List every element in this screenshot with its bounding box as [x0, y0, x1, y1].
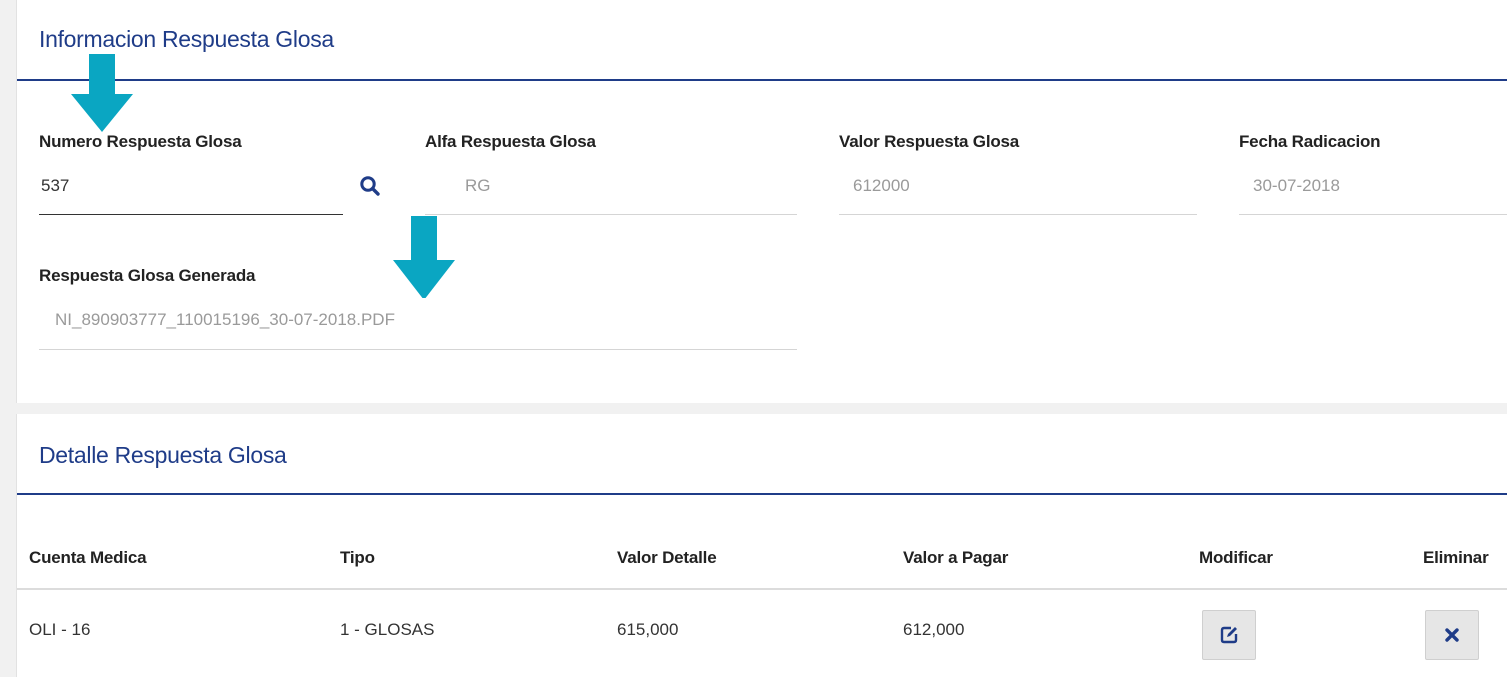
modify-button[interactable]: [1202, 610, 1256, 660]
close-icon: [1445, 628, 1459, 642]
col-header-tipo: Tipo: [340, 548, 375, 567]
edit-icon: [1220, 626, 1238, 644]
detail-title-rule: [17, 493, 1507, 495]
generada-label: Respuesta Glosa Generada: [39, 266, 256, 285]
alfa-field[interactable]: RG: [465, 176, 491, 196]
arrow-down-icon: [71, 54, 133, 132]
col-header-eliminar: Eliminar: [1423, 548, 1489, 567]
info-panel: Informacion Respuesta Glosa Numero Respu…: [16, 0, 1507, 403]
alfa-label: Alfa Respuesta Glosa: [425, 132, 596, 151]
col-header-modificar: Modificar: [1199, 548, 1273, 567]
cell-cuenta-medica: OLI - 16: [29, 620, 91, 639]
delete-button[interactable]: [1425, 610, 1479, 660]
col-header-valor-pagar: Valor a Pagar: [903, 548, 1009, 567]
numero-input-underline: [39, 214, 343, 215]
fecha-field-underline: [1239, 214, 1507, 215]
cell-tipo: 1 - GLOSAS: [340, 620, 435, 639]
valor-label: Valor Respuesta Glosa: [839, 132, 1020, 151]
cell-valor-detalle: 615,000: [617, 620, 679, 639]
cell-valor-pagar: 612,000: [903, 620, 965, 639]
numero-input[interactable]: 537: [41, 176, 69, 196]
search-icon: [360, 176, 380, 196]
fecha-field[interactable]: 30-07-2018: [1253, 176, 1340, 196]
arrow-down-icon: [393, 216, 455, 298]
fecha-label: Fecha Radicacion: [1239, 132, 1381, 151]
info-title-rule: [17, 79, 1507, 81]
info-panel-title: Informacion Respuesta Glosa: [39, 26, 334, 52]
valor-field-underline: [839, 214, 1197, 215]
numero-label: Numero Respuesta Glosa: [39, 132, 242, 151]
detail-panel-title: Detalle Respuesta Glosa: [39, 442, 287, 468]
header-rule: [17, 588, 1507, 590]
valor-field[interactable]: 612000: [853, 176, 910, 196]
generada-field-underline: [39, 349, 797, 350]
generada-field[interactable]: NI_890903777_110015196_30-07-2018.PDF: [55, 310, 395, 330]
col-header-valor-detalle: Valor Detalle: [617, 548, 717, 567]
search-button[interactable]: [358, 174, 382, 198]
col-header-cuenta-medica: Cuenta Medica: [29, 548, 147, 567]
alfa-field-underline: [425, 214, 797, 215]
detail-panel: Detalle Respuesta Glosa Cuenta Medica Ti…: [16, 414, 1507, 677]
